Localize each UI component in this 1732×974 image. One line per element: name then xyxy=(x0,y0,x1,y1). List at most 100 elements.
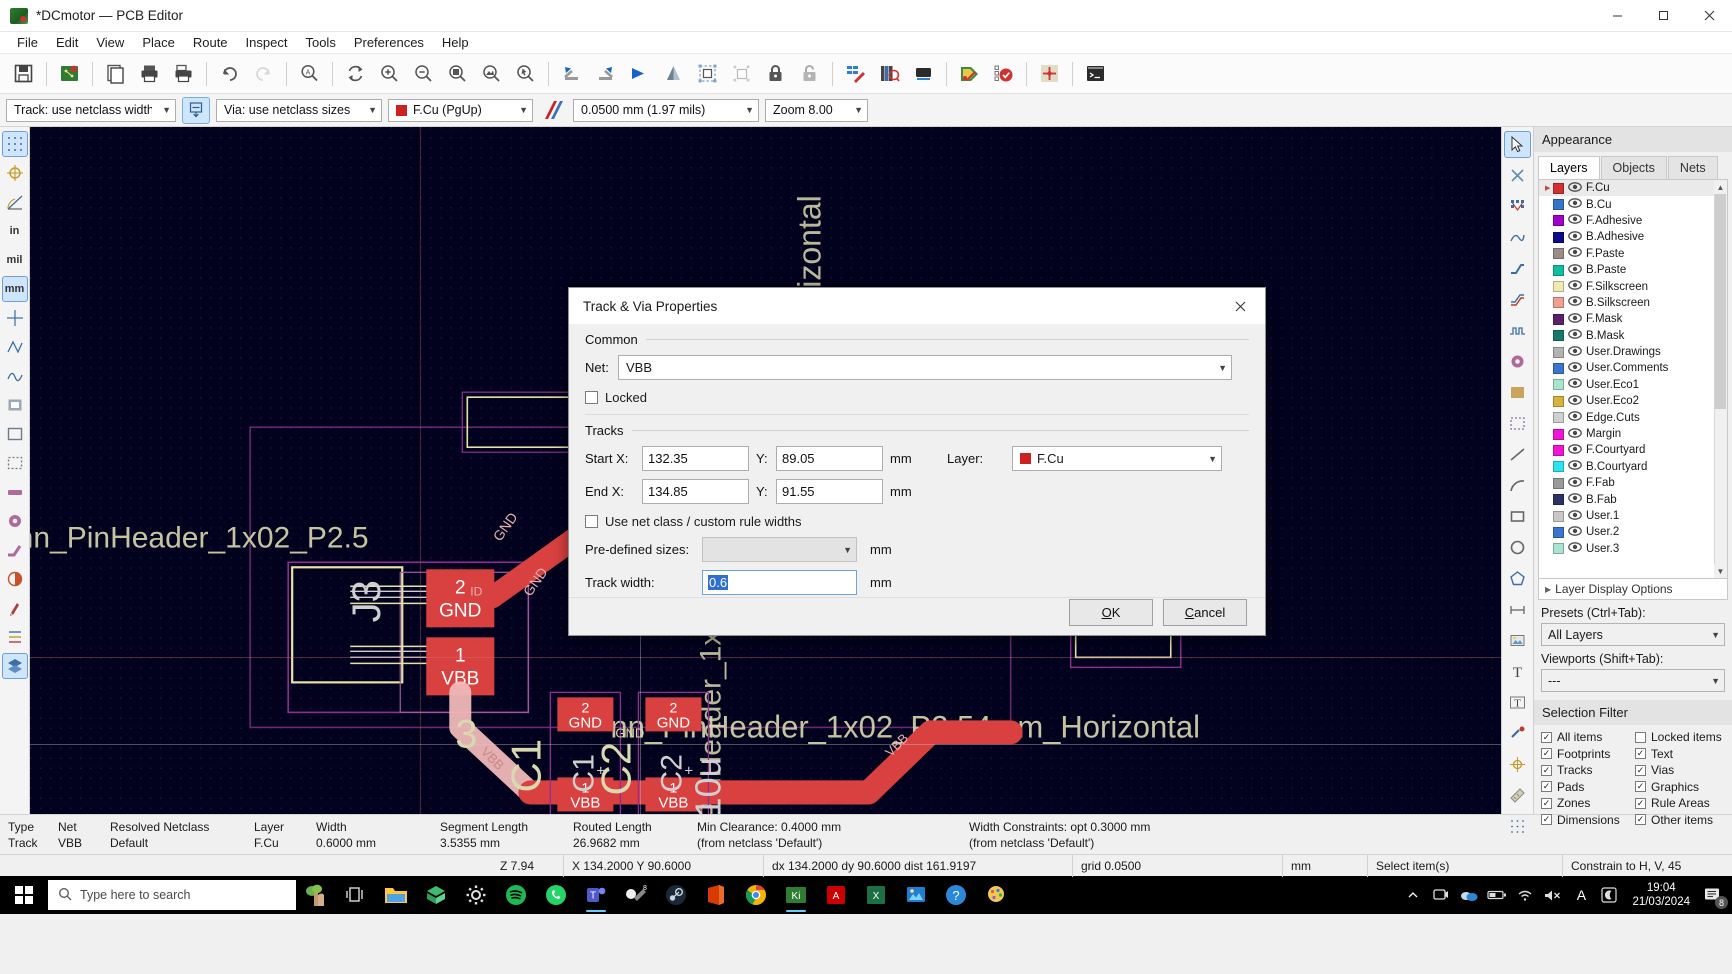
menu-tools[interactable]: Tools xyxy=(296,33,344,52)
rotate-cw-icon[interactable] xyxy=(589,57,622,90)
redo-icon[interactable] xyxy=(247,57,280,90)
layer-color-swatch[interactable] xyxy=(1553,461,1564,473)
local-ratsnest-icon[interactable] xyxy=(1504,193,1531,220)
scripting-console-icon[interactable] xyxy=(1079,57,1112,90)
menu-place[interactable]: Place xyxy=(133,33,184,52)
eye-icon[interactable] xyxy=(1568,526,1582,539)
battery-icon[interactable] xyxy=(1484,876,1510,914)
cortana-icon[interactable] xyxy=(296,876,336,914)
eye-icon[interactable] xyxy=(1568,345,1582,359)
chevron-up-icon[interactable] xyxy=(1400,876,1426,914)
eye-icon[interactable] xyxy=(1568,329,1582,342)
menu-edit[interactable]: Edit xyxy=(47,33,87,52)
zoom-selection-icon[interactable] xyxy=(509,57,542,90)
board-setup-icon[interactable] xyxy=(53,57,86,90)
origin-icon[interactable] xyxy=(1504,751,1531,778)
teams-icon[interactable]: T xyxy=(576,876,616,914)
layer-row-user-3[interactable]: User.3 xyxy=(1539,541,1727,557)
refresh-icon[interactable] xyxy=(339,57,372,90)
layer-color-swatch[interactable] xyxy=(1553,281,1564,293)
zone-sketch-icon[interactable] xyxy=(2,450,28,476)
textbox-icon[interactable]: T xyxy=(1504,689,1531,716)
eye-icon[interactable] xyxy=(1568,460,1582,473)
footprint-editor-icon[interactable] xyxy=(839,57,872,90)
layer-color-swatch[interactable] xyxy=(1553,395,1564,407)
paint-icon[interactable] xyxy=(976,876,1016,914)
menu-preferences[interactable]: Preferences xyxy=(345,33,433,52)
layer-row-user-2[interactable]: User.2 xyxy=(1539,524,1727,540)
photos-icon[interactable] xyxy=(896,876,936,914)
presets-select[interactable]: All Layers ▼ xyxy=(1541,623,1725,646)
zoom-fit-icon[interactable] xyxy=(441,57,474,90)
layer-display-options[interactable]: ▶ Layer Display Options xyxy=(1538,579,1728,600)
eye-icon[interactable] xyxy=(1568,411,1582,424)
menu-view[interactable]: View xyxy=(87,33,133,52)
eye-icon[interactable] xyxy=(1568,427,1582,441)
layer-select[interactable]: F.Cu ▼ xyxy=(1012,446,1222,471)
end-x-input[interactable]: 134.85 xyxy=(642,479,749,504)
selection-filter-rule-areas[interactable]: ✓ Rule Areas xyxy=(1635,795,1725,812)
cursor-select-icon[interactable] xyxy=(1504,131,1531,158)
text-icon[interactable]: T xyxy=(1504,658,1531,685)
layer-row-user-eco2[interactable]: User.Eco2 xyxy=(1539,393,1727,409)
zoom-in-icon[interactable] xyxy=(373,57,406,90)
flip-horizontal-icon[interactable] xyxy=(623,57,656,90)
layer-row-f-fab[interactable]: F.Fab xyxy=(1539,475,1727,491)
pad-sketch-icon[interactable] xyxy=(2,479,28,505)
eye-icon[interactable] xyxy=(1568,214,1582,227)
units-mm-icon[interactable]: mm xyxy=(1,276,28,302)
menu-route[interactable]: Route xyxy=(184,33,237,52)
unlock-icon[interactable] xyxy=(793,57,826,90)
track-width-input[interactable]: 0.6 xyxy=(702,570,857,595)
via-icon[interactable] xyxy=(1504,348,1531,375)
3d-layer-icon[interactable] xyxy=(1,653,28,679)
ungroup-icon[interactable] xyxy=(725,57,758,90)
layer-row-f-adhesive[interactable]: F.Adhesive xyxy=(1539,213,1727,229)
grid-toggle-icon[interactable] xyxy=(1,131,28,157)
kicad-icon[interactable]: Ki xyxy=(776,876,816,914)
layer-color-swatch[interactable] xyxy=(1553,379,1564,391)
route-diffpair-icon[interactable] xyxy=(1504,286,1531,313)
layer-scrollbar[interactable]: ▲ ▼ xyxy=(1714,180,1727,578)
notification-icon[interactable]: 8 xyxy=(1700,876,1728,914)
layer-color-swatch[interactable] xyxy=(1553,346,1564,358)
minimize-button[interactable] xyxy=(1594,0,1640,32)
drc-icon[interactable] xyxy=(987,57,1020,90)
tab-objects[interactable]: Objects xyxy=(1600,156,1667,179)
mute-icon[interactable] xyxy=(1540,876,1566,914)
menu-help[interactable]: Help xyxy=(433,33,478,52)
layer-pair-icon[interactable] xyxy=(539,97,567,124)
file-explorer-icon[interactable] xyxy=(376,876,416,914)
grid-origin-icon[interactable] xyxy=(2,160,28,186)
layer-row-f-paste[interactable]: F.Paste xyxy=(1539,246,1727,262)
net-color-icon[interactable] xyxy=(2,595,28,621)
search-input[interactable]: Type here to search xyxy=(48,880,296,910)
layer-row-f-silkscreen[interactable]: F.Silkscreen xyxy=(1539,278,1727,294)
ratsnest-icon[interactable] xyxy=(2,334,28,360)
help-icon[interactable]: ? xyxy=(936,876,976,914)
menu-inspect[interactable]: Inspect xyxy=(237,33,297,52)
eye-icon[interactable] xyxy=(1568,444,1582,457)
mirror-icon[interactable] xyxy=(657,57,690,90)
language-icon[interactable]: A xyxy=(1568,876,1594,914)
layer-row-edge-cuts[interactable]: Edge.Cuts xyxy=(1539,409,1727,425)
find-icon[interactable]: A xyxy=(293,57,326,90)
chrome-icon[interactable] xyxy=(736,876,776,914)
eye-icon[interactable] xyxy=(1568,181,1582,195)
office-icon[interactable] xyxy=(696,876,736,914)
save-icon[interactable] xyxy=(7,57,40,90)
grid-select[interactable]: 0.0500 mm (1.97 mils) ▼ xyxy=(573,98,759,122)
use-netclass-checkbox[interactable]: Use net class / custom rule widths xyxy=(585,514,1249,529)
coord-units[interactable]: mm xyxy=(1283,854,1368,877)
circle-icon[interactable] xyxy=(1504,534,1531,561)
selection-filter-pads[interactable]: ✓ Pads xyxy=(1541,779,1631,796)
rectangle-icon[interactable] xyxy=(1504,503,1531,530)
auto-track-width-icon[interactable] xyxy=(182,96,210,124)
zoom-out-icon[interactable] xyxy=(407,57,440,90)
line-icon[interactable] xyxy=(1504,441,1531,468)
selection-filter-all-items[interactable]: ✓ All items xyxy=(1541,729,1631,746)
ratsnest-display-icon[interactable] xyxy=(2,624,28,650)
eye-icon[interactable] xyxy=(1568,296,1582,309)
layer-row-b-cu[interactable]: B.Cu xyxy=(1539,196,1727,212)
autodesk-icon[interactable]: 8 xyxy=(616,876,656,914)
